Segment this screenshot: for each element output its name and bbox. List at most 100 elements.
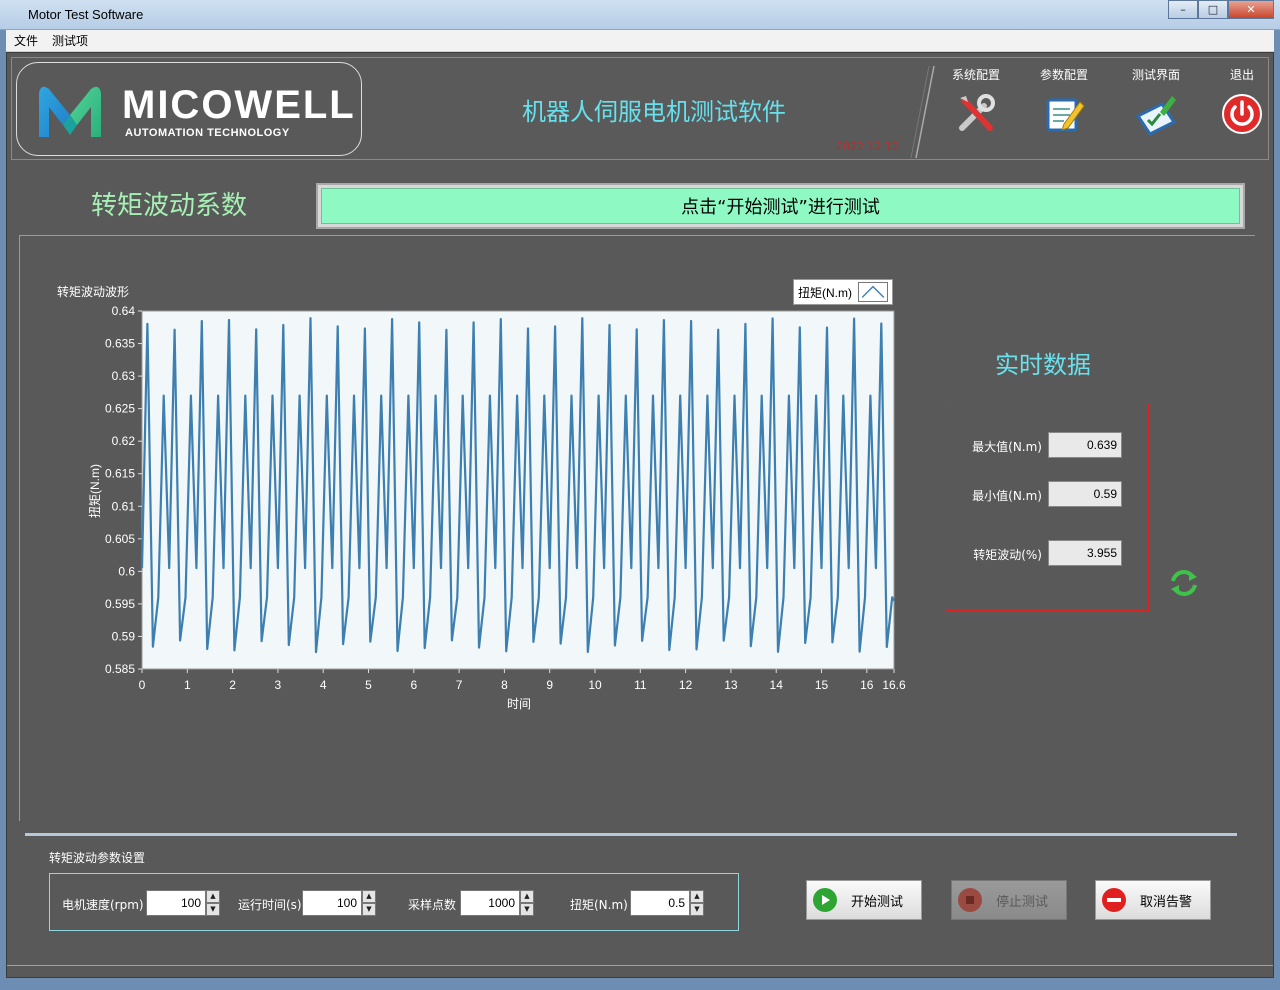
x-tick-label: 12: [679, 678, 693, 692]
legend-label: 扭矩(N.m): [798, 285, 852, 300]
stop-icon: [958, 888, 982, 912]
y-tick-label: 0.595: [105, 597, 135, 611]
y-tick-label: 0.61: [112, 499, 136, 513]
realtime-value: 0.639: [1048, 432, 1122, 458]
nav-system-config[interactable]: 系统配置: [936, 66, 1016, 136]
nav-exit[interactable]: 退出: [1202, 66, 1280, 136]
x-tick-label: 11: [634, 678, 647, 692]
realtime-row-ripple: 转矩波动(%) 3.955: [946, 540, 1146, 566]
sample-points-input[interactable]: 1000: [460, 890, 520, 916]
maximize-button[interactable]: □: [1198, 0, 1228, 19]
x-tick-label: 7: [456, 678, 463, 692]
window-title-bar: Motor Test Software – □ ✕: [0, 0, 1280, 30]
y-tick-label: 0.605: [105, 532, 135, 546]
x-tick-label: 2: [229, 678, 236, 692]
cancel-alarm-label: 取消告警: [1140, 894, 1193, 910]
start-test-label: 开始测试: [851, 894, 904, 910]
x-axis-label: 时间: [507, 697, 531, 711]
realtime-row-max: 最大值(N.m) 0.639: [946, 432, 1146, 458]
nav-label: 参数配置: [1039, 68, 1088, 82]
nav-param-config[interactable]: 参数配置: [1024, 66, 1104, 136]
param-label: 扭矩(N.m): [570, 898, 628, 912]
minimize-button[interactable]: –: [1168, 0, 1198, 19]
refresh-icon[interactable]: [1169, 567, 1199, 599]
close-button[interactable]: ✕: [1228, 0, 1274, 19]
logo-mark-icon: [39, 86, 101, 137]
torque-chart: 0.640.6350.630.6250.620.6150.610.6050.60…: [88, 304, 906, 711]
y-tick-label: 0.6: [118, 564, 135, 578]
header: MICOWELL AUTOMATION TECHNOLOGY 机器人伺服电机测试…: [11, 57, 1269, 160]
realtime-panel: 最大值(N.m) 0.639 最小值(N.m) 0.59 转矩波动(%) 3.9…: [945, 403, 1149, 611]
logo-subtitle: AUTOMATION TECHNOLOGY: [125, 127, 290, 139]
param-label: 采样点数: [408, 898, 457, 912]
status-frame: 点击“开始测试”进行测试: [316, 183, 1245, 229]
menu-file[interactable]: 文件: [14, 32, 38, 49]
stepper-up-icon[interactable]: ▲: [520, 890, 534, 903]
realtime-value: 3.955: [1048, 540, 1122, 566]
x-tick-label: 8: [501, 678, 508, 692]
nav-label: 退出: [1229, 68, 1254, 82]
nav-label: 测试界面: [1131, 68, 1180, 82]
y-tick-label: 0.59: [112, 629, 136, 643]
torque-input[interactable]: 0.5: [630, 890, 690, 916]
x-tick-label: 5: [365, 678, 372, 692]
stop-test-button[interactable]: 停止测试: [951, 880, 1067, 920]
y-tick-label: 0.625: [105, 402, 135, 416]
app-body: MICOWELL AUTOMATION TECHNOLOGY 机器人伺服电机测试…: [6, 52, 1274, 978]
nav-test-interface[interactable]: 测试界面: [1116, 66, 1196, 136]
sample-points-stepper[interactable]: ▲ ▼: [520, 890, 534, 916]
tools-icon: [959, 94, 995, 131]
y-tick-label: 0.635: [105, 337, 135, 351]
nav-divider: [910, 66, 935, 158]
x-tick-label: 3: [275, 678, 282, 692]
stepper-down-icon[interactable]: ▼: [520, 903, 534, 916]
y-tick-label: 0.63: [112, 369, 136, 383]
stepper-down-icon[interactable]: ▼: [690, 903, 704, 916]
top-nav: 系统配置 参数配置 测试界面 退出: [932, 58, 1270, 158]
divider: [25, 833, 1237, 836]
stepper-up-icon[interactable]: ▲: [206, 890, 220, 903]
footer-line: [7, 965, 1273, 966]
app-title: 机器人伺服电机测试软件: [522, 98, 786, 126]
clipboard-check-icon: [1135, 96, 1177, 136]
minus-circle-icon: [1102, 888, 1126, 912]
realtime-label: 最大值(N.m): [972, 440, 1042, 454]
x-tick-label: 10: [588, 678, 602, 692]
motor-speed-input[interactable]: 100: [146, 890, 206, 916]
motor-speed-stepper[interactable]: ▲ ▼: [206, 890, 220, 916]
logo-text: MICOWELL: [122, 83, 356, 127]
status-message: 点击“开始测试”进行测试: [321, 188, 1240, 224]
realtime-label: 转矩波动(%): [973, 548, 1042, 562]
param-label: 运行时间(s): [238, 898, 302, 912]
x-tick-label: 9: [546, 678, 553, 692]
realtime-label: 最小值(N.m): [972, 489, 1042, 503]
stepper-up-icon[interactable]: ▲: [362, 890, 376, 903]
x-tick-label: 6: [410, 678, 417, 692]
x-tick-label: 15: [815, 678, 829, 692]
realtime-row-min: 最小值(N.m) 0.59: [946, 481, 1146, 507]
legend-swatch: [858, 282, 888, 302]
torque-stepper[interactable]: ▲ ▼: [690, 890, 704, 916]
section-title: 转矩波动系数: [91, 191, 248, 221]
y-tick-label: 0.615: [105, 467, 135, 481]
run-time-input[interactable]: 100: [302, 890, 362, 916]
menu-test-items[interactable]: 测试项: [52, 32, 88, 49]
play-icon: [813, 888, 837, 912]
start-test-button[interactable]: 开始测试: [806, 880, 922, 920]
y-tick-label: 0.64: [112, 304, 136, 318]
y-axis-ticks: 0.64 0.635 0.63 0.625 0.62 0.615 0.61 0.605 0.6 0…: [105, 304, 142, 676]
cancel-alarm-button[interactable]: 取消告警: [1095, 880, 1211, 920]
run-time-stepper[interactable]: ▲ ▼: [362, 890, 376, 916]
x-tick-label: 4: [320, 678, 327, 692]
window-title: Motor Test Software: [28, 7, 144, 22]
param-label: 电机速度(rpm): [62, 898, 144, 912]
stepper-down-icon[interactable]: ▼: [206, 903, 220, 916]
realtime-value: 0.59: [1048, 481, 1122, 507]
logo: MICOWELL AUTOMATION TECHNOLOGY: [16, 62, 362, 156]
stepper-down-icon[interactable]: ▼: [362, 903, 376, 916]
chart-title: 转矩波动波形: [57, 285, 130, 299]
nav-label: 系统配置: [951, 68, 1000, 82]
stepper-up-icon[interactable]: ▲: [690, 890, 704, 903]
params-panel: 电机速度(rpm) 100 ▲ ▼ 运行时间(s) 100 ▲ ▼ 采样点数 100…: [49, 873, 739, 931]
app-date: 2022.12.12: [836, 140, 899, 153]
